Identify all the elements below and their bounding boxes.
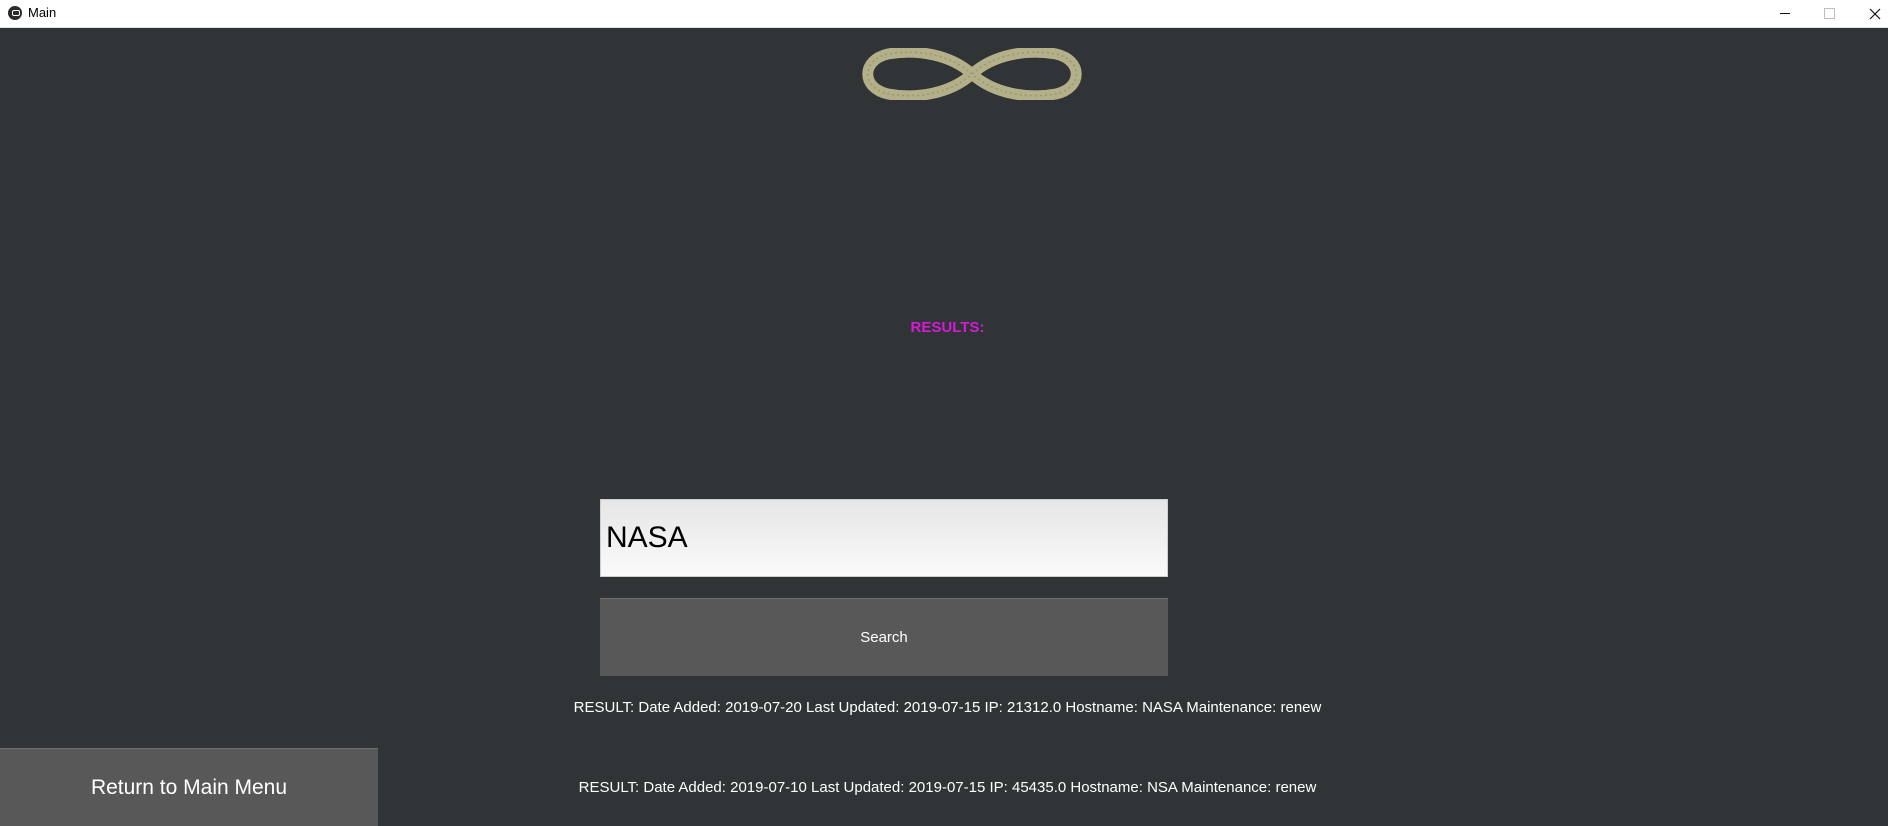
minimize-button[interactable] (1762, 0, 1807, 27)
search-input[interactable] (600, 499, 1168, 577)
app-icon (8, 6, 22, 20)
maximize-button[interactable] (1807, 0, 1852, 27)
title-bar: Main (0, 0, 1888, 28)
app-window: Main RESULTS: Search RESULT: Date Added:… (0, 0, 1888, 826)
infinity-logo-icon (862, 48, 1082, 100)
return-to-main-menu-button[interactable]: Return to Main Menu (0, 748, 378, 826)
result-item: RESULT: Date Added: 2019-07-20 Last Upda… (573, 699, 1322, 716)
search-button[interactable]: Search (600, 598, 1168, 676)
results-heading: RESULTS: (910, 319, 985, 336)
minimize-icon (1779, 13, 1790, 14)
window-title: Main (28, 5, 57, 20)
maximize-icon (1824, 8, 1835, 19)
close-icon (1869, 8, 1880, 19)
close-button[interactable] (1852, 0, 1888, 27)
